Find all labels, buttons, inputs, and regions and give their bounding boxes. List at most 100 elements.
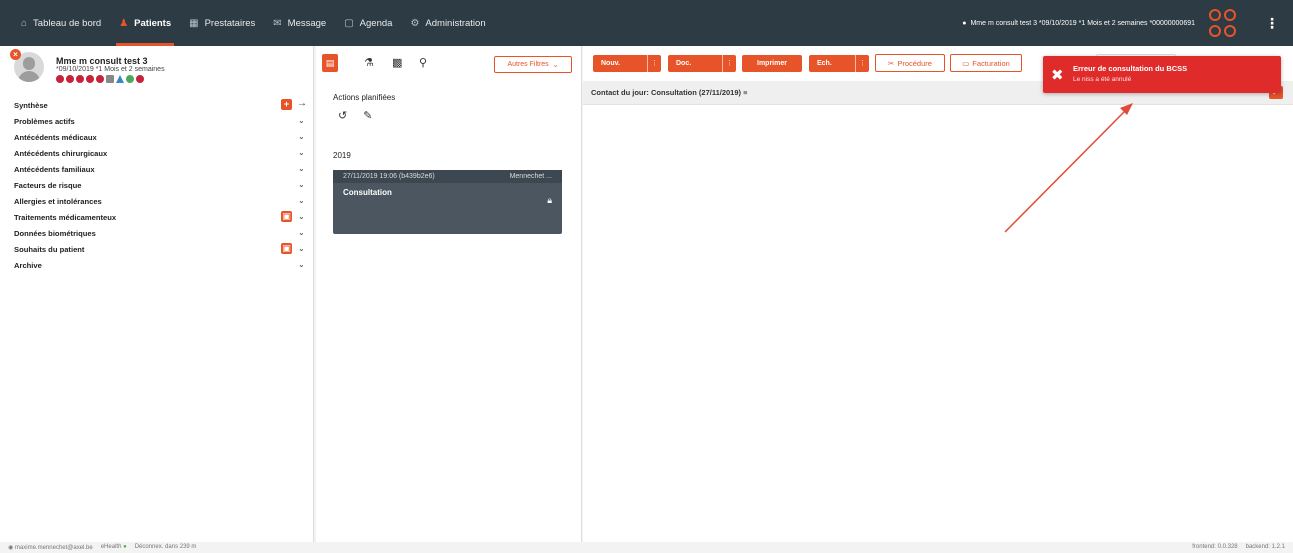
triangle-icon[interactable] bbox=[116, 75, 124, 83]
chevron-down-icon[interactable]: ⌄ bbox=[298, 164, 305, 173]
nav-item-tableau-de-bord[interactable]: ⌂ Tableau de bord bbox=[12, 0, 110, 46]
pen-icon[interactable]: ✎ bbox=[363, 109, 372, 122]
toast-title: Erreur de consultation du BCSS bbox=[1073, 64, 1188, 73]
nav-item-message[interactable]: ✉ Message bbox=[264, 0, 335, 46]
chevron-down-icon[interactable]: ⌄ bbox=[298, 116, 305, 125]
section-archive[interactable]: Archive ⌄ bbox=[0, 257, 314, 273]
patient-status-badges bbox=[56, 75, 144, 83]
flask-icon[interactable]: ⚗ bbox=[364, 56, 374, 69]
section-label: Antécédents familiaux bbox=[14, 164, 95, 174]
status-badge-icon[interactable] bbox=[56, 75, 64, 83]
section-antecedents-chirurgicaux[interactable]: Antécédents chirurgicaux ⌄ bbox=[0, 145, 314, 161]
error-toast[interactable]: ✖ Erreur de consultation du BCSS Le niss… bbox=[1043, 56, 1281, 93]
section-traitements[interactable]: Traitements médicamenteux ▣ ⌄ bbox=[0, 209, 314, 225]
consultation-card[interactable]: 27/11/2019 19:06 (b439b2e6) Mennechet ..… bbox=[333, 170, 562, 234]
section-allergies[interactable]: Allergies et intolérances ⌄ bbox=[0, 193, 314, 209]
chevron-down-icon[interactable]: ⌄ bbox=[298, 212, 305, 221]
procedure-button[interactable]: ✂ Procédure bbox=[875, 54, 945, 72]
section-antecedents-familiaux[interactable]: Antécédents familiaux ⌄ bbox=[0, 161, 314, 177]
doc-button[interactable]: Doc. ⋮ bbox=[668, 55, 736, 72]
section-label: Archive bbox=[14, 260, 42, 270]
nav-label: Prestataires bbox=[204, 17, 256, 29]
footer-right: frontend: 0.0.328 backend: 1.2.1 bbox=[1192, 544, 1285, 550]
section-facteurs-de-risque[interactable]: Facteurs de risque ⌄ bbox=[0, 177, 314, 193]
imprimer-button[interactable]: Imprimer bbox=[742, 55, 802, 72]
globe-icon: ● bbox=[962, 19, 967, 27]
section-label: Antécédents chirurgicaux bbox=[14, 148, 108, 158]
button-label: Procédure bbox=[897, 58, 932, 68]
arrow-right-icon[interactable]: → bbox=[297, 98, 307, 109]
status-badge-icon[interactable] bbox=[66, 75, 74, 83]
block-icon[interactable] bbox=[136, 75, 144, 83]
nav-item-agenda[interactable]: ▢ Agenda bbox=[335, 0, 401, 46]
more-options-icon[interactable]: ⋮ bbox=[855, 55, 869, 72]
status-badge-icon[interactable] bbox=[86, 75, 94, 83]
section-antecedents-medicaux[interactable]: Antécédents médicaux ⌄ bbox=[0, 129, 314, 145]
provider-icon: ▦ bbox=[189, 17, 199, 29]
document-icon[interactable] bbox=[106, 75, 114, 83]
kebab-menu-icon[interactable]: ⋮ bbox=[1265, 15, 1279, 32]
ehealth-label: eHealth bbox=[100, 544, 122, 550]
chevron-down-icon[interactable]: ⌄ bbox=[298, 260, 305, 269]
chevron-down-icon[interactable]: ⌄ bbox=[298, 180, 305, 189]
chevron-down-icon[interactable]: ⌄ bbox=[298, 148, 305, 157]
button-label: Imprimer bbox=[757, 60, 787, 67]
section-label: Antécédents médicaux bbox=[14, 132, 97, 142]
image-icon[interactable]: ▩ bbox=[392, 56, 402, 69]
ech-button[interactable]: Ech. ⋮ bbox=[809, 55, 869, 72]
status-badge-icon[interactable] bbox=[76, 75, 84, 83]
mail-icon: ✉ bbox=[273, 17, 282, 29]
section-souhaits[interactable]: Souhaits du patient ▣ ⌄ bbox=[0, 241, 314, 257]
facturation-button[interactable]: ▭ Facturation bbox=[950, 54, 1022, 72]
section-label: Problèmes actifs bbox=[14, 116, 75, 126]
document-filter-icon[interactable]: ▤ bbox=[322, 54, 338, 72]
chevron-down-icon: ⌄ bbox=[552, 61, 559, 69]
autres-filtres-button[interactable]: Autres Filtres ⌄ bbox=[494, 56, 572, 73]
button-label: Ech. bbox=[817, 60, 832, 67]
status-footer: ◉ maxime.mennechet@axel.be eHealth ● Déc… bbox=[0, 542, 1293, 553]
section-label: Souhaits du patient bbox=[14, 244, 85, 254]
menu-icon[interactable]: ≡ bbox=[743, 88, 747, 97]
button-label: Doc. bbox=[676, 60, 692, 67]
lock-icon[interactable]: 🔒︎ bbox=[547, 195, 552, 206]
section-label: Données biométriques bbox=[14, 228, 96, 238]
card-header: 27/11/2019 19:06 (b439b2e6) Mennechet ..… bbox=[333, 170, 562, 183]
home-icon: ⌂ bbox=[21, 17, 28, 29]
card-author: Mennechet ... bbox=[509, 173, 552, 180]
more-options-icon[interactable]: ⋮ bbox=[722, 55, 736, 72]
section-synthese[interactable]: Synthèse + → bbox=[0, 97, 314, 113]
planned-actions-title: Actions planifiées bbox=[333, 93, 396, 102]
nouv-button[interactable]: Nouv. ⋮ bbox=[593, 55, 661, 72]
frontend-version: frontend: 0.0.328 bbox=[1192, 544, 1238, 550]
patient-name: Mme m consult test 3 bbox=[56, 56, 148, 66]
topbar-right: ● Mme m consult test 3 *09/10/2019 *1 Mo… bbox=[962, 0, 1293, 46]
nav-item-patients[interactable]: ♟ Patients bbox=[110, 0, 180, 46]
section-label: Traitements médicamenteux bbox=[14, 212, 117, 222]
card-title: Consultation bbox=[343, 188, 392, 197]
history-icon[interactable]: ↺ bbox=[338, 109, 347, 122]
current-patient-info[interactable]: ● Mme m consult test 3 *09/10/2019 *1 Mo… bbox=[962, 20, 1195, 27]
footer-left: ◉ maxime.mennechet@axel.be eHealth ● Déc… bbox=[8, 544, 196, 551]
nav-item-prestataires[interactable]: ▦ Prestataires bbox=[180, 0, 264, 46]
close-patient-icon[interactable]: × bbox=[10, 49, 21, 60]
more-options-icon[interactable]: ⋮ bbox=[647, 55, 661, 72]
section-problemes-actifs[interactable]: Problèmes actifs ⌄ bbox=[0, 113, 314, 129]
patient-header: × Mme m consult test 3 *09/10/2019 *1 Mo… bbox=[0, 46, 313, 92]
note-icon[interactable]: ▣ bbox=[281, 243, 292, 254]
section-donnees-biometriques[interactable]: Données biométriques ⌄ bbox=[0, 225, 314, 241]
status-badge-icon[interactable] bbox=[96, 75, 104, 83]
chevron-down-icon[interactable]: ⌄ bbox=[298, 228, 305, 237]
filter-label: Autres Filtres bbox=[507, 61, 549, 68]
section-label: Allergies et intolérances bbox=[14, 196, 102, 206]
stethoscope-icon[interactable]: ⚲ bbox=[419, 56, 427, 69]
add-icon[interactable]: + bbox=[281, 99, 292, 110]
current-patient-label: Mme m consult test 3 *09/10/2019 *1 Mois… bbox=[970, 19, 1195, 27]
nav-item-administration[interactable]: ⚙ Administration bbox=[401, 0, 494, 46]
prescription-icon[interactable]: ▣ bbox=[281, 211, 292, 222]
chevron-down-icon[interactable]: ⌄ bbox=[298, 132, 305, 141]
footer-ehealth: eHealth ● bbox=[101, 544, 127, 551]
toast-message: Le niss a été annulé bbox=[1073, 76, 1132, 83]
chevron-down-icon[interactable]: ⌄ bbox=[298, 244, 305, 253]
chevron-down-icon[interactable]: ⌄ bbox=[298, 196, 305, 205]
green-status-icon[interactable] bbox=[126, 75, 134, 83]
